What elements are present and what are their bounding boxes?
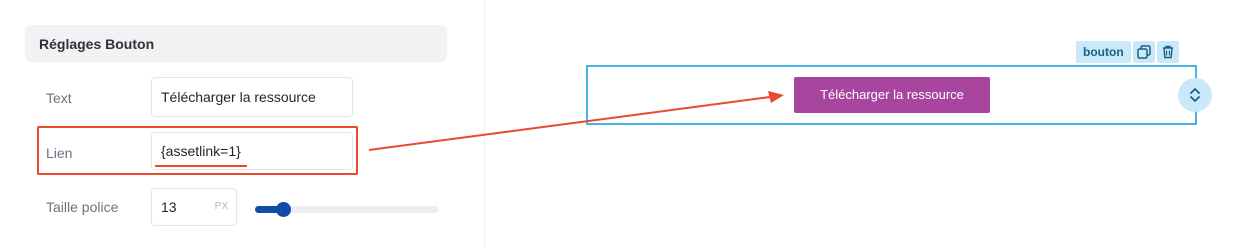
- annotation-arrow: [368, 91, 784, 151]
